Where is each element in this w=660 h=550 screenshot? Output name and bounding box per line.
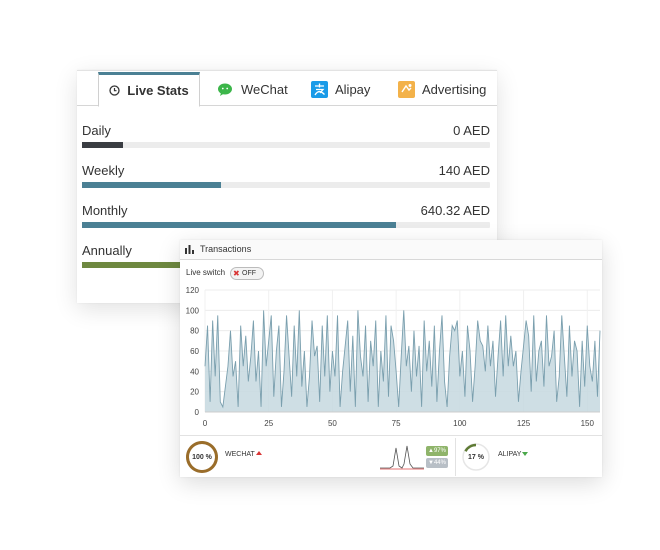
alipay-label: ALIPAY [498, 451, 529, 458]
y-tick-label: 120 [186, 286, 200, 295]
progress-track [82, 222, 490, 228]
wechat-label-text: WECHAT [225, 451, 255, 458]
progress-track [82, 182, 490, 188]
stat-label: Annually [82, 243, 132, 258]
y-tick-label: 20 [190, 388, 199, 397]
close-icon: ✖ [233, 269, 240, 278]
y-tick-label: 40 [190, 367, 199, 376]
wechat-badge-up: ▲97% [426, 446, 448, 456]
summary-footer: 100 % WECHAT ▲97% ▼44% 17 % ALIPAY [180, 435, 602, 478]
panel-title: Transactions [200, 244, 252, 254]
wechat-badge-down: ▼44% [426, 458, 448, 468]
clock-icon [109, 85, 120, 96]
y-tick-label: 100 [186, 306, 200, 315]
tab-alipay[interactable]: Alipay [311, 74, 370, 104]
alipay-percent: 17 % [468, 454, 484, 461]
transactions-chart: 0 20 40 60 80 100 120 0 25 50 75 100 125 150 [186, 286, 601, 428]
tab-label: Live Stats [127, 83, 189, 98]
progress-track [82, 142, 490, 148]
progress-fill [82, 182, 221, 188]
x-tick-label: 150 [581, 419, 595, 428]
transactions-panel: Transactions Live switch ✖ OFF 0 20 40 60 80… [180, 240, 602, 477]
alipay-icon [311, 80, 328, 98]
tab-live-stats[interactable]: Live Stats [98, 72, 200, 107]
x-tick-label: 75 [392, 419, 401, 428]
stat-value: 640.32 AED [420, 203, 490, 218]
toggle-label: OFF [242, 270, 256, 277]
tab-label: Alipay [335, 81, 371, 97]
tab-advertising[interactable]: Advertising [398, 74, 486, 104]
progress-fill [82, 222, 397, 228]
alipay-label-text: ALIPAY [498, 451, 522, 458]
arrow-up-icon [255, 451, 262, 455]
wechat-label: WECHAT [225, 451, 262, 458]
live-switch-toggle[interactable]: ✖ OFF [230, 267, 264, 280]
stat-label: Daily [82, 123, 111, 138]
y-tick-label: 80 [190, 327, 199, 336]
stat-label: Weekly [82, 163, 125, 178]
stat-value: 0 AED [453, 123, 490, 138]
tab-label: WeChat [241, 81, 288, 97]
wechat-sparkline [380, 445, 424, 470]
x-tick-label: 50 [328, 419, 337, 428]
y-tick-label: 60 [190, 347, 199, 356]
x-tick-label: 0 [203, 419, 208, 428]
wechat-percent: 100 % [192, 454, 212, 461]
progress-fill [82, 142, 123, 148]
badge-text: 97% [433, 448, 446, 454]
stat-label: Monthly [82, 203, 128, 218]
arrow-down-icon [522, 452, 529, 456]
tab-wechat[interactable]: WeChat [218, 74, 288, 104]
tab-bar: Live Stats WeChat Alipay Advertising [77, 71, 497, 107]
stat-value: 140 AED [438, 163, 490, 178]
tab-label: Advertising [422, 81, 487, 97]
bar-chart-icon [185, 245, 194, 254]
advertising-icon [398, 80, 415, 98]
panel-header: Transactions [180, 240, 602, 260]
live-switch-label: Live switch [186, 268, 226, 277]
footer-divider [455, 438, 456, 476]
x-tick-label: 25 [264, 419, 273, 428]
wechat-icon [218, 83, 234, 96]
y-tick-label: 0 [195, 408, 200, 417]
x-tick-label: 125 [517, 419, 531, 428]
x-tick-label: 100 [453, 419, 467, 428]
badge-text: 44% [433, 460, 446, 466]
